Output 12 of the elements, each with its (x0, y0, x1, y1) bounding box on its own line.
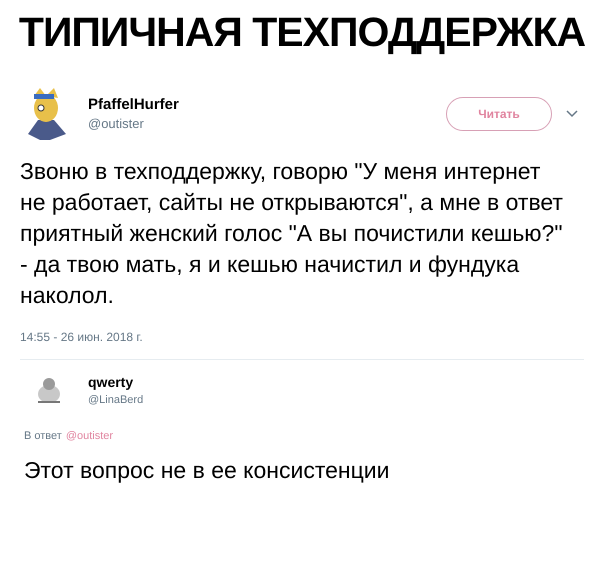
user-name: PfaffelHurfer (88, 95, 179, 115)
reply-text: Этот вопрос не в ее консистенции (23, 456, 390, 484)
meme-title: ТИПИЧНАЯ ТЕХПОДДЕРЖКА (18, 8, 586, 57)
user-handle: @LinaBerd (88, 393, 144, 408)
user-handle: @outister (88, 115, 145, 133)
reply-label: В ответ (24, 429, 62, 444)
user-name: qwerty (88, 373, 134, 392)
reply-handle-link[interactable]: @outister (66, 428, 114, 444)
chevron-down-icon[interactable] (566, 110, 578, 118)
tweet-text: Звоню в техподдержку, говорю "У меня интернет не работает, сайты не открываются", а мне в ответ приятный женский голос "А вы почистили кешью?" - да твою мать, я и кешью начистил и фундука наколол. (19, 157, 564, 310)
follow-button[interactable]: Читать (446, 97, 552, 131)
tweet-timestamp: 14:55 - 26 июн. 2018 г. (20, 330, 143, 344)
